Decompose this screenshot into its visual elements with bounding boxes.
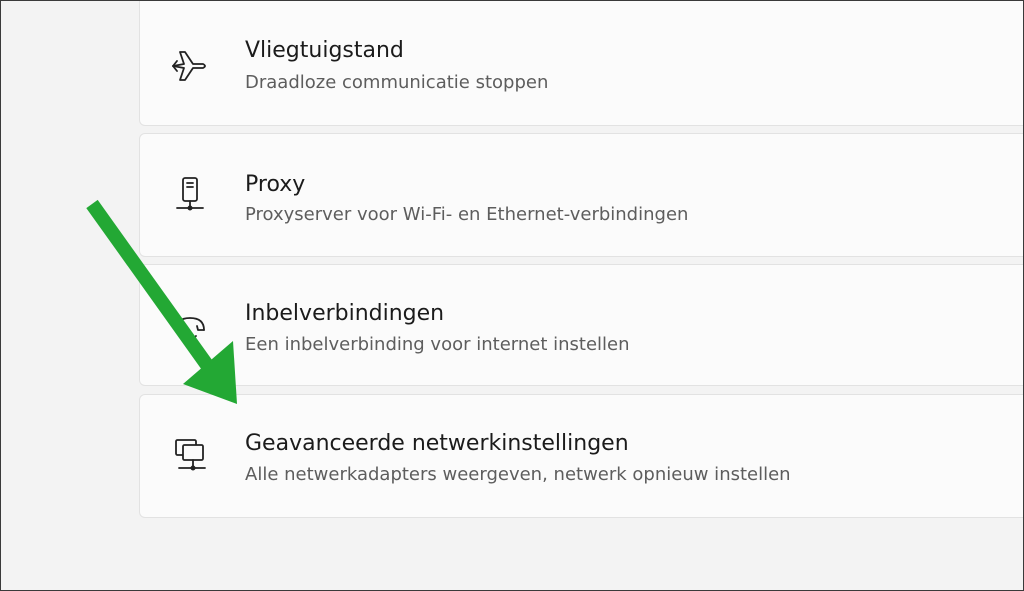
setting-description: Een inbelverbinding voor internet instel…	[245, 334, 630, 355]
setting-title: Proxy	[245, 172, 306, 197]
setting-item-advanced-network[interactable]: Geavanceerde netwerkinstellingen Alle ne…	[139, 394, 1024, 518]
setting-item-airplane-mode[interactable]: Vliegtuigstand Draadloze communicatie st…	[139, 0, 1024, 126]
network-adapter-icon	[175, 439, 206, 471]
dial-up-icon	[175, 317, 205, 340]
setting-item-proxy[interactable]: Proxy Proxyserver voor Wi-Fi- en Etherne…	[139, 133, 1024, 257]
setting-description: Proxyserver voor Wi-Fi- en Ethernet-verb…	[245, 204, 689, 225]
setting-title: Geavanceerde netwerkinstellingen	[245, 431, 629, 456]
airplane-icon	[172, 51, 206, 81]
setting-title: Vliegtuigstand	[245, 38, 404, 63]
setting-title: Inbelverbindingen	[245, 301, 445, 326]
setting-item-dial-up[interactable]: Inbelverbindingen Een inbelverbinding vo…	[139, 264, 1024, 386]
proxy-server-icon	[176, 177, 204, 211]
setting-description: Alle netwerkadapters weergeven, netwerk …	[245, 464, 791, 485]
setting-description: Draadloze communicatie stoppen	[245, 72, 549, 93]
